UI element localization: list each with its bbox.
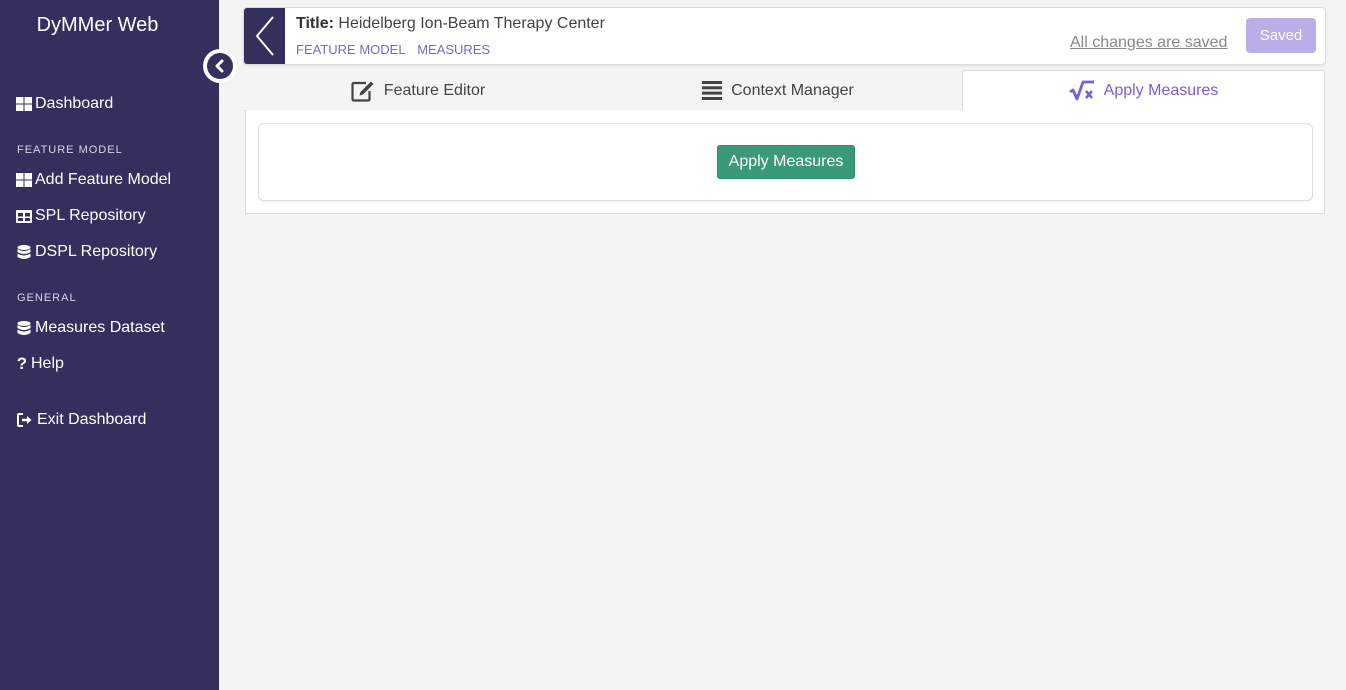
- sidebar-item-exit-dashboard[interactable]: Exit Dashboard: [16, 411, 146, 429]
- measures-card: Apply Measures: [258, 123, 1313, 201]
- breadcrumb: FEATURE MODEL MEASURES: [296, 42, 498, 57]
- breadcrumb-feature-model[interactable]: FEATURE MODEL: [296, 42, 406, 57]
- question-icon: ?: [16, 354, 28, 373]
- square-root-icon: [1068, 80, 1095, 102]
- sidebar-item-spl-repository[interactable]: SPL Repository: [16, 207, 146, 225]
- page-title: Title: Heidelberg Ion-Beam Therapy Cente…: [296, 15, 605, 33]
- sidebar-item-help[interactable]: ? Help: [16, 354, 64, 373]
- tab-context-manager[interactable]: Context Manager: [603, 70, 953, 111]
- sidebar-item-label: SPL Repository: [35, 207, 146, 224]
- saved-button[interactable]: Saved: [1246, 18, 1316, 53]
- edit-icon: [351, 80, 375, 102]
- sidebar-item-label: Add Feature Model: [35, 171, 172, 188]
- app-brand[interactable]: DyMMer Web: [0, 14, 195, 37]
- grid-icon: [16, 96, 32, 112]
- chevron-left-icon: [207, 53, 233, 79]
- table-icon: [16, 208, 32, 224]
- save-status-link[interactable]: All changes are saved: [1070, 34, 1227, 52]
- sidebar-item-add-feature-model[interactable]: Add Feature Model: [16, 171, 171, 189]
- chevron-left-icon: [255, 16, 274, 56]
- title-label: Title:: [296, 15, 334, 32]
- sidebar-item-label: Help: [31, 355, 64, 372]
- sidebar-item-label: Dashboard: [35, 95, 114, 112]
- tab-apply-measures[interactable]: Apply Measures: [962, 70, 1325, 111]
- sidebar-item-label: Exit Dashboard: [37, 411, 147, 428]
- tab-feature-editor[interactable]: Feature Editor: [243, 70, 593, 111]
- database-icon: [16, 244, 32, 260]
- sidebar-item-dashboard[interactable]: Dashboard: [16, 95, 113, 113]
- list-icon: [702, 81, 723, 100]
- sidebar: DyMMer Web Dashboard FEATURE MODEL Add F…: [0, 0, 219, 690]
- breadcrumb-measures[interactable]: MEASURES: [417, 42, 490, 57]
- grid-icon: [16, 172, 32, 188]
- database-icon: [16, 320, 32, 336]
- sidebar-item-dspl-repository[interactable]: DSPL Repository: [16, 243, 157, 261]
- collapse-sidebar-button[interactable]: [203, 49, 237, 83]
- apply-measures-button[interactable]: Apply Measures: [717, 145, 855, 179]
- apply-measures-panel: Apply Measures: [245, 110, 1325, 214]
- tab-label: Apply Measures: [1103, 82, 1219, 99]
- section-feature-model: FEATURE MODEL: [17, 144, 123, 156]
- sidebar-item-label: Measures Dataset: [35, 319, 165, 336]
- back-button[interactable]: [244, 8, 285, 64]
- section-general: GENERAL: [17, 292, 77, 304]
- sidebar-item-measures-dataset[interactable]: Measures Dataset: [16, 319, 165, 337]
- title-value: Heidelberg Ion-Beam Therapy Center: [338, 15, 605, 32]
- header-card: Title: Heidelberg Ion-Beam Therapy Cente…: [243, 7, 1326, 65]
- tab-label: Feature Editor: [383, 81, 486, 99]
- sign-out-icon: [16, 412, 34, 428]
- tab-label: Context Manager: [731, 81, 854, 99]
- sidebar-item-label: DSPL Repository: [35, 243, 158, 260]
